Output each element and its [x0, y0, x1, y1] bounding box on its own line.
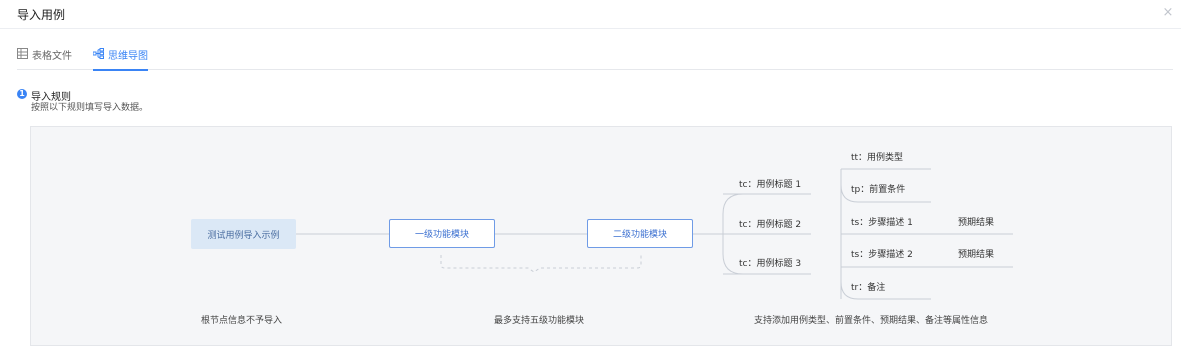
- tab-mindmap[interactable]: 思维导图: [93, 47, 148, 71]
- attr-step-2: ts：步骤描述 2: [851, 250, 913, 260]
- mindmap-level1-node: 一级功能模块: [389, 219, 495, 248]
- tab-label: 思维导图: [108, 51, 148, 62]
- mindmap-icon: [93, 48, 104, 59]
- tab-table-file[interactable]: 表格文件: [17, 47, 72, 70]
- dialog-title: 导入用例: [17, 8, 66, 22]
- attr-precondition: tp：前置条件: [851, 185, 906, 195]
- expected-result-1: 预期结果: [958, 218, 995, 228]
- dialog-header: 导入用例 ×: [0, 0, 1181, 29]
- rule-description: 按照以下规则填写导入数据。: [31, 103, 149, 113]
- case-title-1: tc：用例标题 1: [739, 180, 802, 190]
- attr-case-type: tt：用例类型: [851, 153, 904, 163]
- close-icon[interactable]: ×: [1161, 6, 1175, 20]
- tab-label: 表格文件: [32, 51, 72, 62]
- mindmap-level2-node: 二级功能模块: [587, 219, 693, 248]
- table-icon: [17, 48, 28, 59]
- attr-remark: tr：备注: [851, 283, 886, 293]
- caption-modules: 最多支持五级功能模块: [494, 316, 585, 326]
- mindmap-example: 测试用例导入示例 一级功能模块 二级功能模块 tc：用例标题 1 tc：用例标题…: [30, 126, 1172, 346]
- attr-step-1: ts：步骤描述 1: [851, 218, 913, 228]
- caption-attributes: 支持添加用例类型、前置条件、预期结果、备注等属性信息: [754, 316, 989, 326]
- module-depth-brace: [440, 255, 642, 273]
- expected-result-2: 预期结果: [958, 250, 995, 260]
- step-number-badge: 1: [17, 89, 27, 99]
- import-tabs: 表格文件 思维导图: [17, 47, 1173, 71]
- case-title-2: tc：用例标题 2: [739, 220, 802, 230]
- caption-root: 根节点信息不予导入: [201, 316, 283, 326]
- mindmap-root-node: 测试用例导入示例: [191, 219, 296, 249]
- case-title-3: tc：用例标题 3: [739, 259, 802, 269]
